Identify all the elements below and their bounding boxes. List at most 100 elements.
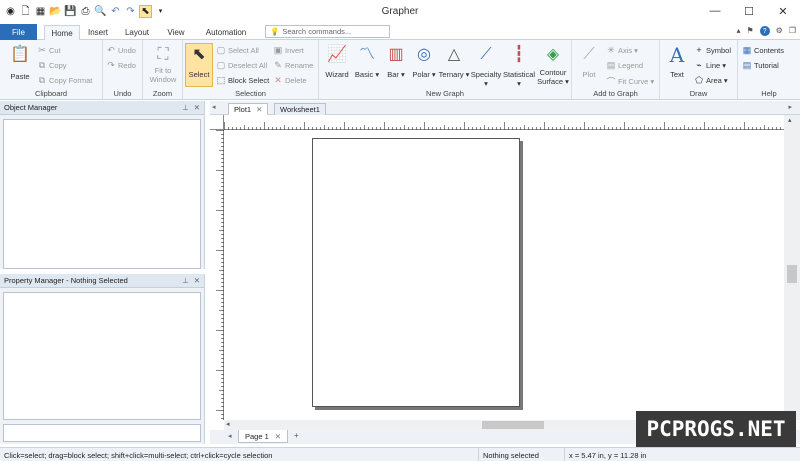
tab-automation[interactable]: Automation xyxy=(198,25,254,40)
redo-label: Redo xyxy=(118,61,136,70)
vertical-scrollbar[interactable]: ▴ ▾ xyxy=(784,115,800,420)
object-manager-header: Object Manager ⊥ ✕ xyxy=(0,101,204,115)
copy-label: Copy xyxy=(49,61,67,70)
vertical-ruler-ticks xyxy=(216,130,224,419)
object-manager-panel: Object Manager ⊥ ✕ xyxy=(0,101,205,269)
group-selection: ⬉ Select ▢ Select All ▢ Deselect All ⬚ Bloc… xyxy=(183,40,319,100)
delete-label: Delete xyxy=(285,76,307,85)
tab-scroll-right-icon[interactable]: ▸ xyxy=(788,103,792,111)
basic-button[interactable]: 〽 Basic ▾ xyxy=(353,44,381,80)
pin-icon[interactable]: ⊥ xyxy=(182,103,189,112)
status-bar: Click=select; drag=block select; shift+c… xyxy=(0,447,800,461)
legend-button[interactable]: ▤ Legend xyxy=(606,60,643,71)
block-select-button[interactable]: ⬚ Block Select xyxy=(216,75,270,86)
property-manager-panel: Property Manager - Nothing Selected ⊥ ✕ xyxy=(0,274,205,444)
title-bar: ◉ 🗋 ▦ 📂 💾 ⎙ 🔍 ↶ ↷ ⬉ ▾ Grapher — ☐ ✕ xyxy=(0,0,800,24)
tab-plot1[interactable]: Plot1 ✕ xyxy=(228,103,269,115)
tab-layout[interactable]: Layout xyxy=(118,25,156,40)
wizard-button[interactable]: 📈 Wizard xyxy=(323,44,351,80)
tab-scroll-left-icon[interactable]: ◂ xyxy=(212,103,216,111)
group-label-help: Help xyxy=(761,89,777,98)
tab-insert[interactable]: Insert xyxy=(82,25,114,40)
ruler-corner xyxy=(210,115,224,130)
select-all-button[interactable]: ▢ Select All xyxy=(216,45,259,56)
maximize-button[interactable]: ☐ xyxy=(732,0,766,22)
tab-home[interactable]: Home xyxy=(44,25,80,40)
select-arrow-icon: ⬉ xyxy=(192,46,206,63)
group-help: ▦ Contents ▤ Tutorial Help xyxy=(738,40,800,100)
invert-button[interactable]: ▣ Invert xyxy=(273,45,304,56)
close-button[interactable]: ✕ xyxy=(766,0,800,22)
close-icon[interactable]: ✕ xyxy=(194,103,200,112)
paste-icon: 📋 xyxy=(10,46,30,63)
close-icon[interactable]: ✕ xyxy=(275,432,281,441)
contents-icon: ▦ xyxy=(742,45,752,55)
rename-button[interactable]: ✎ Rename xyxy=(273,60,313,71)
rename-label: Rename xyxy=(285,61,314,70)
plot-page[interactable] xyxy=(312,138,520,407)
minimize-button[interactable]: — xyxy=(698,0,732,22)
line-button[interactable]: ⌁ Line ▾ xyxy=(694,60,726,71)
axis-button[interactable]: ✳ Axis ▾ xyxy=(606,45,638,56)
specialty-button[interactable]: ⟋ Specialty ▾ xyxy=(470,44,502,89)
bar-button[interactable]: ▥ Bar ▾ xyxy=(383,44,409,80)
cut-button[interactable]: ✂ Cut xyxy=(37,45,61,56)
tab-view[interactable]: View xyxy=(160,25,192,40)
cut-label: Cut xyxy=(49,46,61,55)
search-commands-input[interactable]: 💡 Search commands... xyxy=(265,25,390,38)
basic-graph-icon: 〽 xyxy=(358,46,375,63)
restore-icon[interactable]: ❐ xyxy=(789,26,796,36)
redo-button[interactable]: ↷ Redo xyxy=(106,60,136,71)
paste-label: Paste xyxy=(10,72,30,81)
pin-icon[interactable]: ⊥ xyxy=(182,276,189,285)
settings-icon[interactable]: ⚙ xyxy=(776,26,783,36)
symbol-button[interactable]: + Symbol xyxy=(694,45,731,55)
horizontal-ruler xyxy=(224,115,784,130)
scroll-left-icon[interactable]: ◂ xyxy=(226,420,230,428)
tab-worksheet1[interactable]: Worksheet1 xyxy=(274,103,326,115)
plot-button[interactable]: ⟋ Plot xyxy=(575,44,603,80)
copy-format-button[interactable]: ⧉ Copy Format xyxy=(37,75,93,86)
text-button[interactable]: A Text xyxy=(663,44,691,79)
window-controls: — ☐ ✕ xyxy=(698,0,800,22)
tab-file[interactable]: File xyxy=(0,24,37,40)
area-button[interactable]: ⬠ Area ▾ xyxy=(694,75,728,86)
fit-curve-button[interactable]: ⌒ Fit Curve ▾ xyxy=(606,75,654,88)
page-scroll-left-icon[interactable]: ◂ xyxy=(228,432,232,440)
status-selection: Nothing selected xyxy=(478,448,564,461)
help-icon[interactable]: ? xyxy=(759,26,770,36)
paste-button[interactable]: 📋 Paste xyxy=(5,44,35,82)
object-manager-title: Object Manager xyxy=(4,103,58,112)
deselect-all-button[interactable]: ▢ Deselect All xyxy=(216,60,267,71)
close-icon[interactable]: ✕ xyxy=(256,105,262,114)
fit-to-window-button[interactable]: ⛶ Fit to Window xyxy=(146,44,180,85)
polar-button[interactable]: ◎ Polar ▾ xyxy=(411,44,437,80)
property-manager-body[interactable] xyxy=(3,292,201,420)
close-icon[interactable]: ✕ xyxy=(194,276,200,285)
text-label: Text xyxy=(670,70,684,79)
scroll-up-icon[interactable]: ▴ xyxy=(788,116,792,124)
invert-label: Invert xyxy=(285,46,304,55)
add-page-button[interactable]: + xyxy=(294,431,299,440)
symbol-icon: + xyxy=(696,45,702,55)
select-button[interactable]: ⬉ Select xyxy=(185,43,213,87)
copy-button[interactable]: ⧉ Copy xyxy=(37,60,67,71)
delete-button[interactable]: ✕ Delete xyxy=(273,75,307,86)
group-new-graph: 📈 Wizard 〽 Basic ▾ ▥ Bar ▾ ◎ Polar ▾ △ T… xyxy=(319,40,572,100)
statistical-button[interactable]: ┇ Statistical ▾ xyxy=(502,44,536,89)
property-manager-controls: ⊥ ✕ xyxy=(182,276,200,285)
ternary-button[interactable]: △ Ternary ▾ xyxy=(438,44,470,80)
minimize-ribbon-icon[interactable]: ▴ xyxy=(736,26,740,36)
tab-worksheet1-label: Worksheet1 xyxy=(280,105,320,114)
tab-page1[interactable]: Page 1 ✕ xyxy=(238,430,289,443)
contour-surface-button[interactable]: ◈ Contour Surface ▾ xyxy=(536,44,570,87)
group-undo: ↶ Undo ↷ Redo Undo xyxy=(103,40,143,100)
vertical-scroll-thumb[interactable] xyxy=(787,265,797,283)
contents-button[interactable]: ▦ Contents xyxy=(742,45,784,56)
horizontal-scroll-thumb[interactable] xyxy=(482,421,544,429)
copy-format-label: Copy Format xyxy=(49,76,93,85)
undo-button[interactable]: ↶ Undo xyxy=(106,45,136,56)
flag-icon[interactable]: ⚑ xyxy=(746,26,753,36)
tutorial-button[interactable]: ▤ Tutorial xyxy=(742,60,779,71)
object-manager-tree[interactable] xyxy=(3,119,201,269)
